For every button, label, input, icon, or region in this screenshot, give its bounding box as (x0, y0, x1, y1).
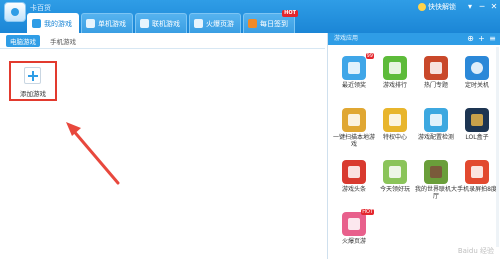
app-label: 我的世界联机大厅 (414, 186, 457, 200)
tab-label: 联机游戏 (152, 19, 180, 28)
sub-tabs: 电脑游戏 手机游戏 (0, 33, 325, 49)
gift-icon (383, 160, 407, 184)
app-label: 手机录屏拍8度 (457, 186, 497, 193)
vip-icon (383, 108, 407, 132)
app-scan-local[interactable]: 一键扫描本地游戏 (333, 108, 375, 158)
app-label: 火爆页游 (341, 238, 366, 245)
scrollbar[interactable] (496, 47, 499, 247)
window-controls: 快快解锁 ▾ ─ ✕ (418, 0, 500, 14)
panel-header: 游戏应用 ⊕ + ≡ (328, 33, 500, 45)
main-tabs: 我的游戏 单机游戏 联机游戏 火爆页游 每日签到 HOT (27, 10, 298, 33)
games-area: 添加游戏 (0, 49, 325, 259)
panel-title: 游戏应用 (334, 35, 359, 42)
minecraft-icon (424, 160, 448, 184)
app-title: 卡百货 (30, 4, 51, 12)
app-label: 今天领好玩 (379, 186, 410, 193)
checkin-icon (248, 19, 257, 28)
app-web-games[interactable]: HOT 火爆页游 (336, 209, 374, 259)
app-hot-topics[interactable]: 热门专题 (418, 56, 454, 106)
tab-my-games[interactable]: 我的游戏 (27, 13, 79, 33)
subtab-pc-games[interactable]: 电脑游戏 (6, 34, 40, 47)
unlock-label: 快快解锁 (428, 3, 456, 11)
app-label: 热门专题 (423, 82, 448, 89)
watermark: Baidu 经验 (457, 247, 494, 255)
app-label: 一键扫描本地游戏 (332, 134, 375, 148)
app-logo-icon (4, 2, 26, 22)
add-icon[interactable]: + (477, 34, 486, 44)
menu-dropdown-icon[interactable]: ▾ (464, 1, 476, 13)
app-label: 游戏头条 (341, 186, 366, 193)
app-label: 最近领奖 (341, 82, 366, 89)
gamepad-icon (32, 19, 41, 28)
app-timed-shutdown[interactable]: 定时关机 (459, 56, 495, 106)
tab-label: 火爆页游 (206, 19, 234, 28)
app-config-check[interactable]: 游戏配置检测 (418, 108, 454, 158)
close-icon[interactable]: ✕ (488, 1, 500, 13)
app-daily-fun[interactable]: 今天领好玩 (377, 160, 413, 210)
tab-label: 我的游戏 (44, 19, 72, 28)
app-phone-record[interactable]: 手机录屏拍8度 (457, 160, 497, 210)
location-add-icon[interactable]: ⊕ (466, 34, 475, 44)
panel-header-icons: ⊕ + ≡ (464, 34, 497, 44)
app-label: 特权中心 (382, 134, 407, 141)
app-label: 游戏排行 (382, 82, 407, 89)
tab-web-games[interactable]: 火爆页游 (189, 13, 241, 33)
count-badge: 99 (365, 53, 374, 59)
minimize-icon[interactable]: ─ (476, 1, 488, 13)
bird-icon (424, 56, 448, 80)
game-apps-panel: 游戏应用 ⊕ + ≡ 99 最近领奖 游戏排行 热门专题 定时关机 一键扫描本地… (327, 33, 500, 259)
lol-icon (465, 108, 489, 132)
coin-icon (418, 3, 426, 11)
app-label: 游戏配置检测 (417, 134, 454, 141)
hot-badge: HOT (282, 10, 298, 17)
app-window: 卡百货 我的游戏 单机游戏 联机游戏 火爆页游 每日签到 HOT 快快解锁 ▾ … (0, 0, 500, 259)
app-label: 定时关机 (464, 82, 489, 89)
star-icon (194, 19, 203, 28)
check-icon (424, 108, 448, 132)
app-recent-rewards[interactable]: 99 最近领奖 (336, 53, 374, 106)
subtab-mobile-games[interactable]: 手机游戏 (46, 35, 80, 47)
clock-icon (465, 56, 489, 80)
chart-icon (383, 56, 407, 80)
annotation-arrow-icon (66, 122, 120, 185)
app-lol-box[interactable]: LOL盒子 (459, 108, 495, 158)
tab-online[interactable]: 联机游戏 (135, 13, 187, 33)
hot-badge: HOT (361, 209, 374, 215)
unlock-button[interactable]: 快快解锁 (418, 2, 456, 12)
monitor-icon (86, 19, 95, 28)
app-game-news[interactable]: 游戏头条 (336, 160, 372, 210)
app-label: LOL盒子 (465, 134, 489, 141)
title-bar: 卡百货 我的游戏 单机游戏 联机游戏 火爆页游 每日签到 HOT 快快解锁 ▾ … (0, 0, 500, 33)
news-icon (342, 160, 366, 184)
tab-daily-checkin[interactable]: 每日签到 HOT (243, 10, 298, 33)
app-minecraft-lobby[interactable]: 我的世界联机大厅 (415, 160, 457, 210)
location-icon (342, 56, 366, 80)
game-icon (342, 212, 366, 236)
phone-icon (465, 160, 489, 184)
tab-single-player[interactable]: 单机游戏 (81, 13, 133, 33)
menu-icon[interactable]: ≡ (488, 34, 497, 44)
tab-label: 每日签到 (260, 19, 288, 28)
scan-icon (342, 108, 366, 132)
tab-label: 单机游戏 (98, 19, 126, 28)
network-icon (140, 19, 149, 28)
app-game-ranking[interactable]: 游戏排行 (377, 56, 413, 106)
app-privilege-center[interactable]: 特权中心 (377, 108, 413, 158)
